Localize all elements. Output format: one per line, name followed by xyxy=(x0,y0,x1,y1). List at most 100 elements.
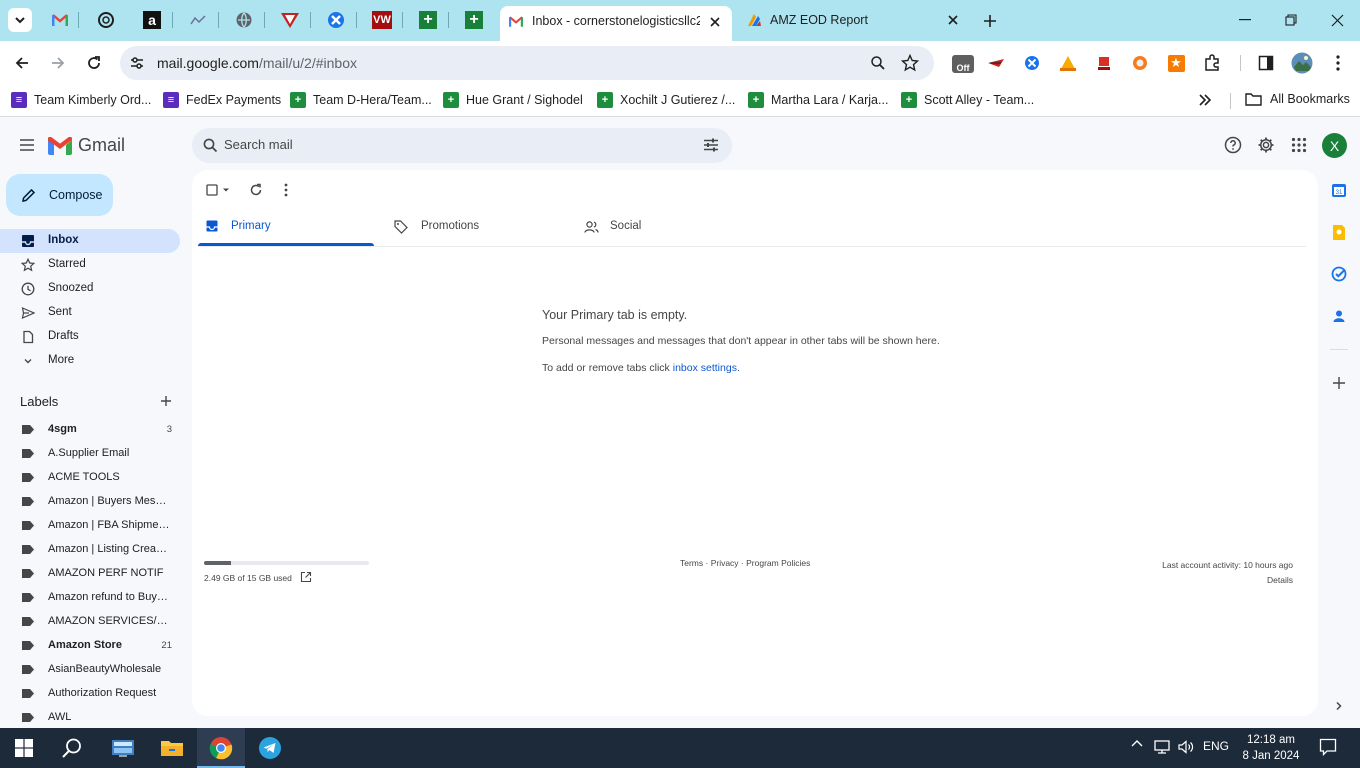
all-bookmarks-button[interactable]: All Bookmarks xyxy=(1245,92,1350,106)
nav-item-snoozed[interactable]: Snoozed xyxy=(0,277,180,301)
helm-extension-icon[interactable] xyxy=(1022,53,1042,73)
openai-tab-icon[interactable] xyxy=(95,9,117,31)
telegram-app-icon[interactable] xyxy=(246,728,294,768)
file-explorer-icon[interactable] xyxy=(148,728,196,768)
chrome-menu-icon[interactable] xyxy=(1328,53,1348,73)
helm-tab-icon[interactable] xyxy=(325,9,347,31)
notifications-icon[interactable] xyxy=(1318,738,1338,756)
volume-icon[interactable] xyxy=(1177,739,1195,755)
restore-button[interactable] xyxy=(1280,10,1302,30)
label-item[interactable]: Amazon | Listing Created xyxy=(0,539,180,561)
nav-item-sent[interactable]: Sent xyxy=(0,301,180,325)
scout-extension-icon[interactable] xyxy=(1058,53,1078,73)
select-checkbox[interactable] xyxy=(202,180,236,200)
back-button[interactable] xyxy=(12,53,32,73)
tasks-icon[interactable] xyxy=(1330,265,1348,283)
label-item[interactable]: 4sgm 3 xyxy=(0,419,180,441)
chart-tab-icon[interactable] xyxy=(187,9,209,31)
search-icon[interactable] xyxy=(203,138,218,156)
bookmark-item[interactable]: ≡ FedEx Payments xyxy=(163,92,281,108)
tray-overflow-chevron-up-icon[interactable] xyxy=(1130,739,1144,747)
minimize-button[interactable] xyxy=(1234,10,1256,30)
label-item[interactable]: AsianBeautyWholesale xyxy=(0,659,180,681)
close-window-button[interactable] xyxy=(1326,10,1348,30)
keep-icon[interactable] xyxy=(1330,223,1348,241)
bookmark-star-icon[interactable] xyxy=(900,53,920,75)
new-tab-button[interactable] xyxy=(978,9,1002,33)
network-icon[interactable] xyxy=(1153,739,1171,755)
nav-item-more[interactable]: More xyxy=(0,349,180,373)
tab-promotions[interactable]: Promotions xyxy=(380,208,560,246)
star-extension-icon[interactable]: ★ xyxy=(1166,53,1186,73)
language-indicator[interactable]: ENG xyxy=(1202,739,1230,753)
side-panel-icon[interactable] xyxy=(1256,53,1276,73)
gmail-logo[interactable]: Gmail xyxy=(48,135,125,156)
nav-item-inbox[interactable]: Inbox xyxy=(0,229,180,253)
gmail-tab-icon[interactable] xyxy=(49,9,71,31)
help-icon[interactable] xyxy=(1222,134,1244,156)
close-tab-icon[interactable] xyxy=(706,13,724,31)
label-item[interactable]: A.Supplier Email xyxy=(0,443,180,465)
settings-gear-icon[interactable] xyxy=(1255,134,1277,156)
add-label-icon[interactable] xyxy=(158,393,174,409)
bookmark-item[interactable]: + Scott Alley - Team... xyxy=(901,92,1034,108)
sheets-tab-icon[interactable]: + xyxy=(463,9,485,31)
forward-button[interactable] xyxy=(48,53,68,73)
label-item[interactable]: Amazon | FBA Shipments xyxy=(0,515,180,537)
nav-item-starred[interactable]: Starred xyxy=(0,253,180,277)
off-extension-icon[interactable]: Off xyxy=(952,54,974,74)
plane-extension-icon[interactable] xyxy=(986,53,1006,73)
label-item[interactable]: AMAZON PERF NOTIF xyxy=(0,563,180,585)
refresh-icon[interactable] xyxy=(246,180,266,200)
site-settings-icon[interactable] xyxy=(129,55,145,74)
tab-search-button[interactable] xyxy=(8,8,32,32)
alert-extension-icon[interactable] xyxy=(1094,53,1114,73)
windows-start-icon[interactable] xyxy=(0,728,48,768)
footer-links[interactable]: Terms · Privacy · Program Policies xyxy=(680,558,810,568)
apps-grid-icon[interactable] xyxy=(1288,134,1310,156)
contacts-icon[interactable] xyxy=(1330,307,1348,325)
bookmark-item[interactable]: + Martha Lara / Karja... xyxy=(748,92,888,108)
orange-extension-icon[interactable] xyxy=(1130,53,1150,73)
more-bookmarks-icon[interactable] xyxy=(1198,93,1212,107)
label-item[interactable]: Amazon refund to Buyers xyxy=(0,587,180,609)
get-addons-plus-icon[interactable] xyxy=(1330,374,1348,392)
zoom-icon[interactable] xyxy=(870,55,886,74)
search-icon[interactable] xyxy=(48,728,96,768)
tab-gmail-inbox[interactable]: Inbox - cornerstonelogisticsllc2@gmail.c… xyxy=(500,6,732,41)
account-avatar[interactable]: X xyxy=(1322,133,1347,158)
search-options-icon[interactable] xyxy=(703,138,719,155)
search-input[interactable] xyxy=(224,137,684,152)
label-item[interactable]: Amazon Store 21 xyxy=(0,635,180,657)
search-bar[interactable] xyxy=(192,128,732,163)
tab-social[interactable]: Social xyxy=(570,208,750,246)
main-menu-icon[interactable] xyxy=(14,133,40,157)
label-item[interactable]: AWL xyxy=(0,707,180,729)
shield-tab-icon[interactable] xyxy=(279,9,301,31)
address-bar[interactable]: mail.google.com/mail/u/2/#inbox xyxy=(120,46,934,80)
tab-primary[interactable]: Primary xyxy=(198,208,374,246)
extensions-puzzle-icon[interactable] xyxy=(1202,53,1222,73)
sheets-tab-icon[interactable]: + xyxy=(417,9,439,31)
chevron-right-icon[interactable] xyxy=(1330,697,1348,715)
close-tab-icon[interactable] xyxy=(944,11,962,29)
bookmark-item[interactable]: + Hue Grant / Sighodel xyxy=(443,92,583,108)
inbox-settings-link[interactable]: inbox settings xyxy=(673,362,737,374)
nav-item-drafts[interactable]: Drafts xyxy=(0,325,180,349)
globe-tab-icon[interactable] xyxy=(233,9,255,31)
calendar-icon[interactable]: 31 xyxy=(1330,181,1348,199)
label-item[interactable]: Authorization Request xyxy=(0,683,180,705)
account-activity-details-link[interactable]: Details xyxy=(1162,573,1293,588)
label-item[interactable]: AMAZON SERVICES/PAY... xyxy=(0,611,180,633)
more-options-icon[interactable] xyxy=(276,180,296,200)
profile-avatar-icon[interactable] xyxy=(1291,52,1313,74)
reload-button[interactable] xyxy=(84,53,104,73)
bookmark-item[interactable]: ≡ Team Kimberly Ord... xyxy=(11,92,151,108)
open-in-new-icon[interactable] xyxy=(300,571,312,583)
chrome-app-icon[interactable] xyxy=(197,728,245,768)
bookmark-item[interactable]: + Team D-Hera/Team... xyxy=(290,92,432,108)
label-item[interactable]: ACME TOOLS xyxy=(0,467,180,489)
file-manager-app-icon[interactable] xyxy=(99,728,147,768)
vw-tab-icon[interactable]: VW xyxy=(371,9,393,31)
system-clock[interactable]: 12:18 am 8 Jan 2024 xyxy=(1240,732,1302,764)
